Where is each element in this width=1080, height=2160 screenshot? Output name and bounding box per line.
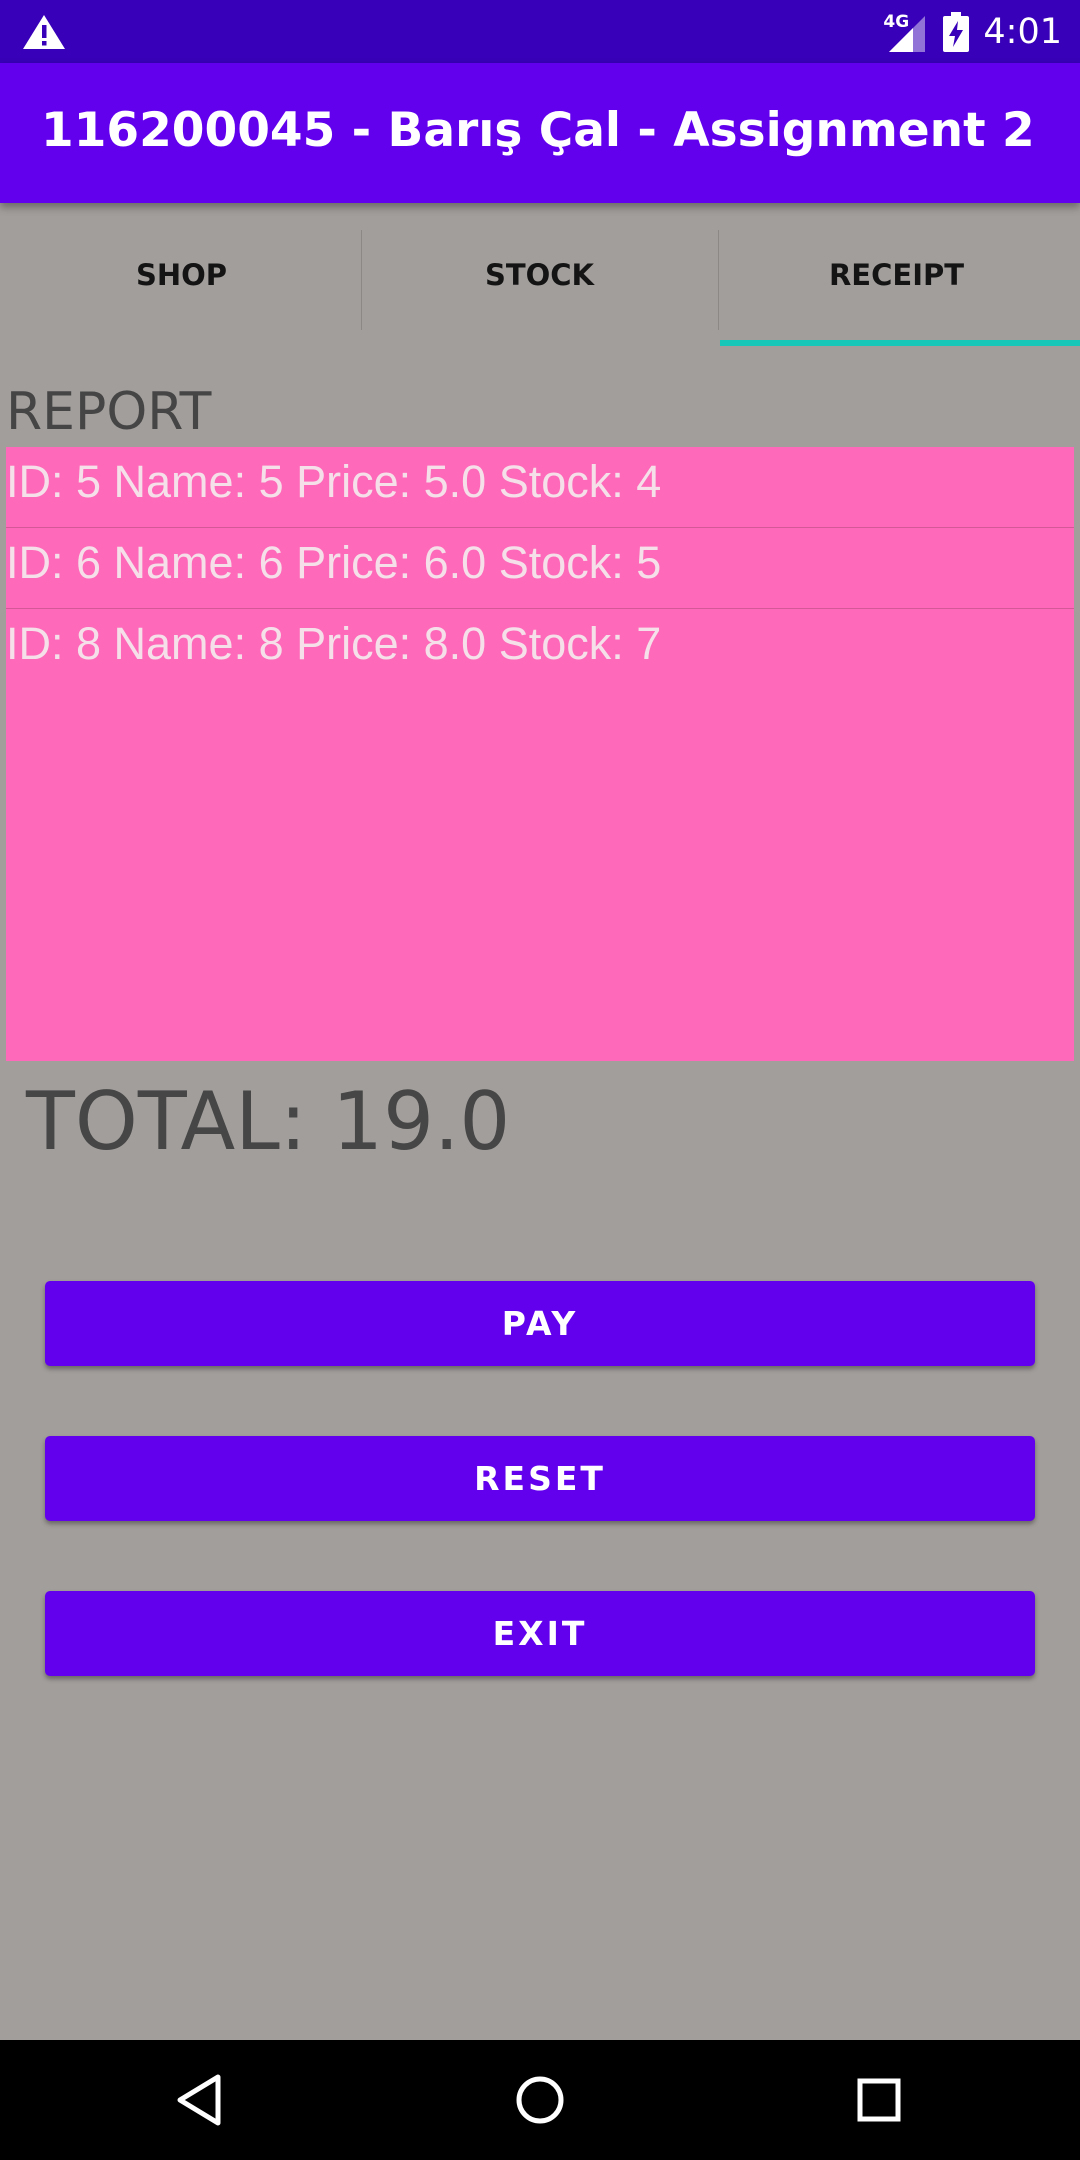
navigation-bar — [0, 2040, 1080, 2160]
back-icon[interactable] — [168, 2067, 234, 2133]
app-bar: 116200045 - Barış Çal - Assignment 2 — [0, 63, 1080, 203]
battery-charging-icon — [943, 12, 970, 52]
status-bar: 4G 4:01 — [0, 0, 1080, 63]
recents-icon[interactable] — [846, 2067, 912, 2133]
home-icon[interactable] — [507, 2067, 573, 2133]
list-item[interactable]: ID: 8 Name: 8 Price: 8.0 Stock: 7 — [6, 609, 1074, 689]
report-list[interactable]: ID: 5 Name: 5 Price: 5.0 Stock: 4 ID: 6 … — [6, 447, 1074, 1061]
tab-selected-indicator — [720, 340, 1080, 346]
reset-button[interactable]: RESET — [45, 1436, 1035, 1521]
total-label: TOTAL: 19.0 — [26, 1075, 511, 1168]
pay-button[interactable]: PAY — [45, 1281, 1035, 1366]
warning-icon — [23, 15, 65, 49]
signal-icon: 4G — [881, 10, 929, 54]
tab-stock[interactable]: STOCK — [361, 203, 718, 347]
tab-receipt[interactable]: RECEIPT — [718, 203, 1075, 347]
app-title: 116200045 - Barış Çal - Assignment 2 — [41, 103, 1035, 158]
report-label: REPORT — [6, 382, 212, 442]
clock: 4:01 — [983, 12, 1062, 52]
exit-button[interactable]: EXIT — [45, 1591, 1035, 1676]
tab-bar: SHOP STOCK RECEIPT — [0, 203, 1080, 347]
list-item[interactable]: ID: 5 Name: 5 Price: 5.0 Stock: 4 — [6, 447, 1074, 528]
status-icons: 4G 4:01 — [881, 6, 1062, 58]
tab-shop[interactable]: SHOP — [3, 203, 360, 347]
list-item[interactable]: ID: 6 Name: 6 Price: 6.0 Stock: 5 — [6, 528, 1074, 609]
